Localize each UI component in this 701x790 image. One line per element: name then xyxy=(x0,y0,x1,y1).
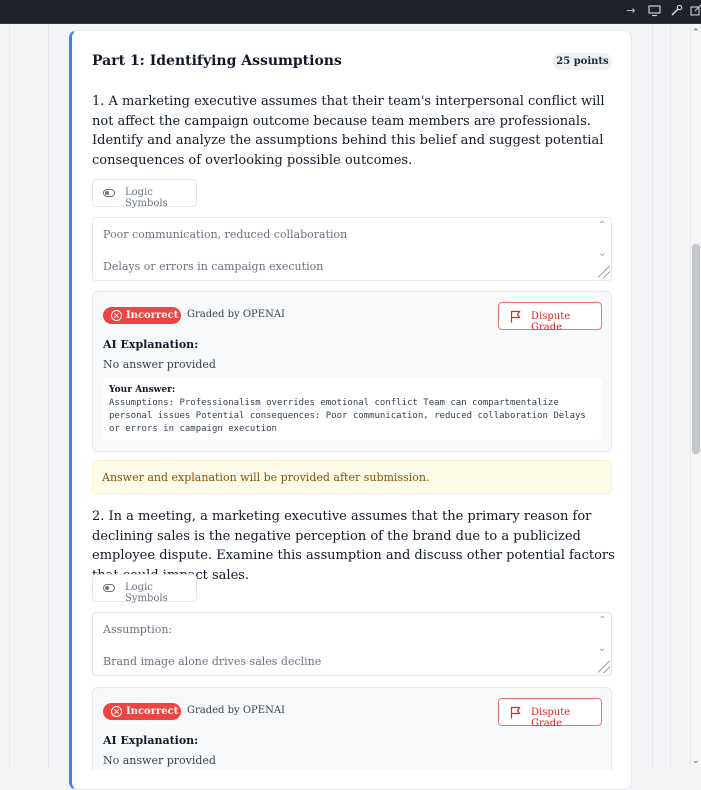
grade-panel: × Incorrect Graded by OPENAI Dispute Gra… xyxy=(92,687,612,770)
ai-explanation-text: No answer provided xyxy=(103,358,216,371)
grade-panel: × Incorrect Graded by OPENAI Dispute Gra… xyxy=(92,291,612,452)
x-circle-icon: × xyxy=(111,310,122,321)
dispute-grade-button[interactable]: Dispute Grade xyxy=(498,302,602,333)
flag-icon xyxy=(510,706,521,719)
status-label: Incorrect xyxy=(126,310,179,321)
logic-symbols-button[interactable]: Logic Symbols xyxy=(92,574,197,604)
scroll-up-icon[interactable]: ⌃ xyxy=(692,28,700,38)
answer-line: Assumption: xyxy=(103,623,173,636)
column-divider xyxy=(670,24,671,770)
dispute-grade-label: Dispute Grade xyxy=(531,311,571,333)
top-toolbar: → xyxy=(0,0,701,24)
graded-by-text: Graded by OPENAI xyxy=(187,705,286,716)
arrow-right-icon[interactable]: → xyxy=(624,4,638,18)
ai-explanation-title: AI Explanation: xyxy=(103,734,199,747)
chevron-down-icon[interactable]: ⌄ xyxy=(598,643,606,654)
answer-line: Delays or errors in campaign execution xyxy=(103,260,324,273)
answer-line: Poor communication, reduced collaboratio… xyxy=(103,228,348,241)
graded-by-text: Graded by OPENAI xyxy=(187,309,286,320)
scrollbar-thumb[interactable] xyxy=(692,244,700,454)
resize-handle-icon[interactable] xyxy=(598,266,610,278)
answer-line: Brand image alone drives sales decline xyxy=(103,655,322,668)
column-divider xyxy=(9,24,10,770)
points-badge: 25 points xyxy=(553,53,612,70)
toggle-icon xyxy=(103,189,115,197)
logic-symbols-label: Logic Symbols xyxy=(125,187,168,209)
chevron-up-icon[interactable]: ⌃ xyxy=(598,220,606,231)
ai-explanation-title: AI Explanation: xyxy=(103,338,199,351)
flag-icon xyxy=(510,310,521,323)
your-answer-label: Your Answer: xyxy=(109,385,176,395)
column-divider xyxy=(652,24,653,770)
toggle-icon xyxy=(103,584,115,592)
column-divider xyxy=(48,24,49,770)
wrench-icon[interactable] xyxy=(669,4,683,18)
external-link-icon[interactable] xyxy=(689,4,701,18)
x-circle-icon: × xyxy=(111,706,122,717)
incorrect-badge: × Incorrect xyxy=(103,703,181,720)
resize-handle-icon[interactable] xyxy=(598,661,610,673)
scroll-down-icon[interactable]: ⌄ xyxy=(692,756,700,766)
your-answer-text: Assumptions: Professionalism overrides e… xyxy=(109,398,586,434)
answer-textarea[interactable]: Assumption: Brand image alone drives sal… xyxy=(92,612,612,676)
part-title: Part 1: Identifying Assumptions xyxy=(92,53,342,69)
submission-notice: Answer and explanation will be provided … xyxy=(92,460,612,494)
incorrect-badge: × Incorrect xyxy=(103,307,181,324)
question-1-text: 1. A marketing executive assumes that th… xyxy=(92,94,605,168)
chevron-up-icon[interactable]: ⌃ xyxy=(598,615,606,626)
ai-explanation-text: No answer provided xyxy=(103,754,216,767)
chevron-down-icon[interactable]: ⌄ xyxy=(598,248,606,259)
desktop-icon[interactable] xyxy=(647,4,661,18)
dispute-grade-button[interactable]: Dispute Grade xyxy=(498,698,602,729)
dispute-grade-label: Dispute Grade xyxy=(531,707,571,729)
notice-text: Answer and explanation will be provided … xyxy=(102,471,430,484)
status-label: Incorrect xyxy=(126,706,179,717)
your-answer-box: Your Answer: Assumptions: Professionalis… xyxy=(103,378,602,440)
logic-symbols-label: Logic Symbols xyxy=(125,582,168,604)
logic-symbols-button[interactable]: Logic Symbols xyxy=(92,179,197,209)
answer-textarea[interactable]: Poor communication, reduced collaboratio… xyxy=(92,217,612,281)
